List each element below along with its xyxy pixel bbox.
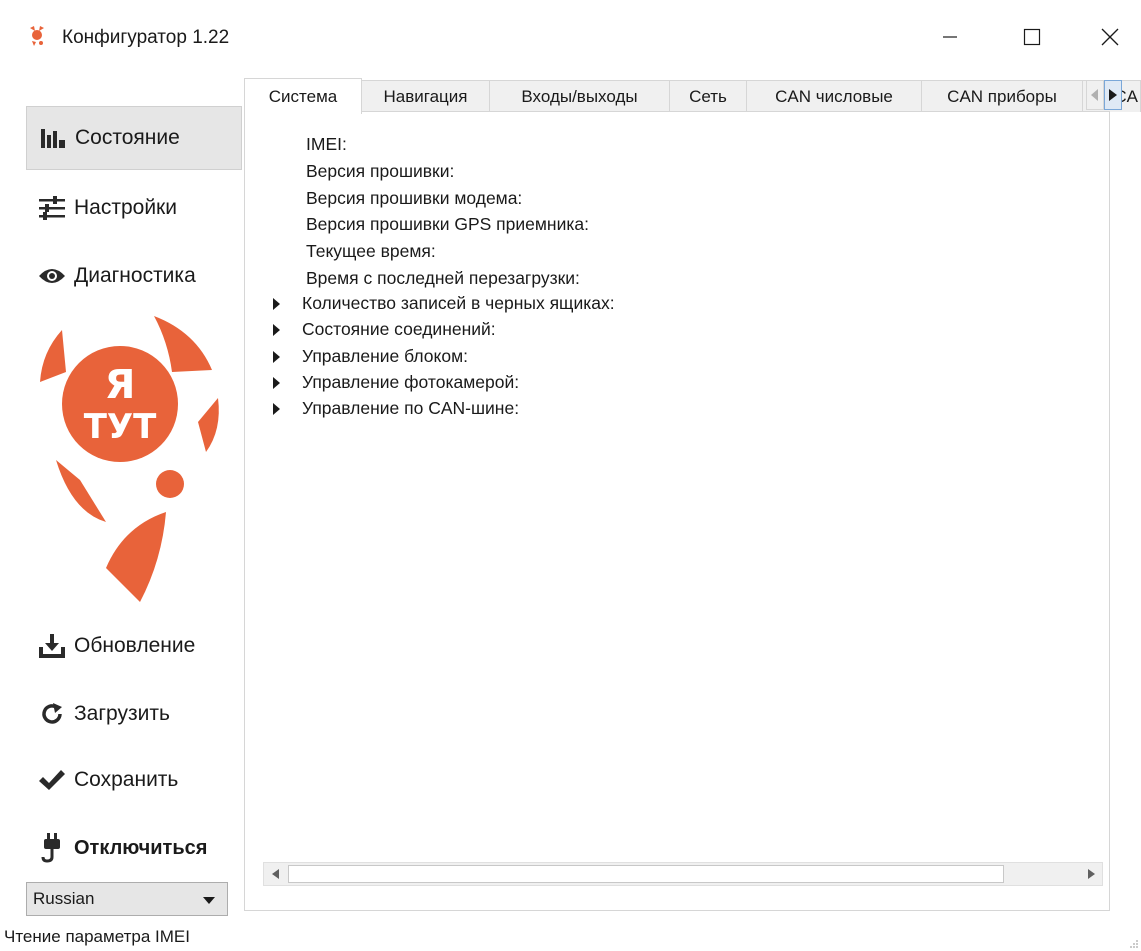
tab-system[interactable]: Система [244, 78, 362, 114]
close-icon [1101, 28, 1119, 46]
sidebar-item-label: Настройки [74, 196, 177, 219]
tree-item-label: Управление по CAN-шине: [302, 398, 520, 418]
tab-label: Навигация [383, 86, 468, 106]
imei-label: IMEI: [306, 134, 347, 154]
tab-navigation[interactable]: Навигация [361, 80, 490, 112]
maximize-button[interactable] [1002, 14, 1062, 60]
title-bar: Конфигуратор 1.22 [0, 0, 1141, 80]
tree-item-camera-control[interactable]: Управление фотокамерой: [273, 372, 519, 393]
load-button[interactable]: Загрузить [26, 682, 242, 746]
sidebar-item-diagnostics[interactable]: Диагностика [26, 244, 242, 308]
chevron-right-icon [1109, 89, 1117, 101]
plug-icon [38, 833, 66, 863]
tab-inputs-outputs[interactable]: Входы/выходы [489, 80, 670, 112]
system-tab-panel: IMEI: Версия прошивки: Версия прошивки м… [244, 111, 1110, 911]
tab-scroll-left-button[interactable] [1086, 80, 1104, 110]
update-button[interactable]: Обновление [26, 614, 242, 678]
current-time-label: Текущее время: [306, 241, 436, 261]
chevron-left-icon [1091, 89, 1098, 101]
tree-item-label: Количество записей в черных ящиках: [302, 293, 615, 313]
sidebar: Состояние Настройки Диагностика Я ТУТ Об… [0, 80, 242, 951]
window-title: Конфигуратор 1.22 [62, 27, 230, 48]
update-label: Обновление [74, 634, 196, 657]
tab-can-numeric[interactable]: CAN числовые [746, 80, 922, 112]
scroll-left-button[interactable] [264, 863, 286, 885]
sidebar-item-label: Диагностика [74, 264, 196, 287]
logo-text-tut: ТУТ [84, 407, 157, 447]
tab-label: Сеть [689, 86, 727, 106]
tab-bar: Система Навигация Входы/выходы Сеть CAN … [244, 78, 1141, 114]
expand-arrow-icon [273, 350, 280, 363]
close-button[interactable] [1080, 14, 1140, 60]
app-logo-icon [30, 26, 44, 46]
language-select[interactable]: Russian [26, 882, 228, 916]
expand-arrow-icon [273, 297, 280, 310]
uptime-label: Время с последней перезагрузки: [306, 268, 580, 288]
tab-label: Входы/выходы [521, 86, 638, 106]
refresh-icon [38, 700, 66, 728]
tree-item-blackbox-records[interactable]: Количество записей в черных ящиках: [273, 293, 615, 314]
logo-text-ya: Я [105, 362, 136, 408]
language-value: Russian [33, 889, 95, 908]
tab-network[interactable]: Сеть [669, 80, 747, 112]
eye-icon [38, 262, 66, 290]
tab-label: Система [268, 86, 338, 106]
status-bar-text: Чтение параметра IMEI [4, 927, 190, 946]
disconnect-label: Отключиться [74, 836, 208, 859]
tree-item-connection-status[interactable]: Состояние соединений: [273, 319, 496, 340]
minimize-button[interactable] [920, 14, 980, 60]
sliders-icon [38, 194, 66, 222]
expand-arrow-icon [273, 323, 280, 336]
sidebar-item-settings[interactable]: Настройки [26, 176, 242, 240]
maximize-icon [1023, 28, 1041, 46]
expand-arrow-icon [273, 402, 280, 415]
tree-item-label: Управление фотокамерой: [302, 372, 520, 392]
tree-item-label: Управление блоком: [302, 346, 469, 366]
tree-item-label: Состояние соединений: [302, 319, 496, 339]
chevron-left-icon [271, 869, 279, 879]
tree-item-unit-control[interactable]: Управление блоком: [273, 346, 468, 367]
tab-can-devices[interactable]: CAN приборы [921, 80, 1083, 112]
load-label: Загрузить [74, 702, 170, 725]
brand-logo: Я ТУТ [40, 316, 219, 602]
save-label: Сохранить [74, 768, 179, 791]
scroll-right-button[interactable] [1080, 863, 1102, 885]
tab-label: CAN числовые [775, 86, 893, 106]
chevron-right-icon [1087, 869, 1095, 879]
tab-label: CAN приборы [947, 86, 1057, 106]
horizontal-scrollbar[interactable] [263, 862, 1103, 886]
minimize-icon [943, 36, 957, 38]
tree-item-can-bus-control[interactable]: Управление по CAN-шине: [273, 398, 519, 419]
tab-scroll-right-button[interactable] [1104, 80, 1122, 110]
chevron-down-icon [203, 897, 215, 904]
modem-firmware-label: Версия прошивки модема: [306, 188, 523, 208]
disconnect-button[interactable]: Отключиться [26, 816, 242, 880]
checkmark-icon [38, 766, 66, 794]
scrollbar-thumb[interactable] [288, 865, 1004, 883]
sidebar-item-label: Состояние [75, 126, 180, 149]
resize-grip-icon[interactable] [1129, 939, 1139, 949]
download-icon [38, 632, 66, 660]
bar-chart-icon [39, 124, 67, 152]
firmware-version-label: Версия прошивки: [306, 161, 455, 181]
save-button[interactable]: Сохранить [26, 748, 242, 812]
gps-firmware-label: Версия прошивки GPS приемника: [306, 214, 589, 234]
sidebar-item-status[interactable]: Состояние [26, 106, 242, 170]
expand-arrow-icon [273, 376, 280, 389]
